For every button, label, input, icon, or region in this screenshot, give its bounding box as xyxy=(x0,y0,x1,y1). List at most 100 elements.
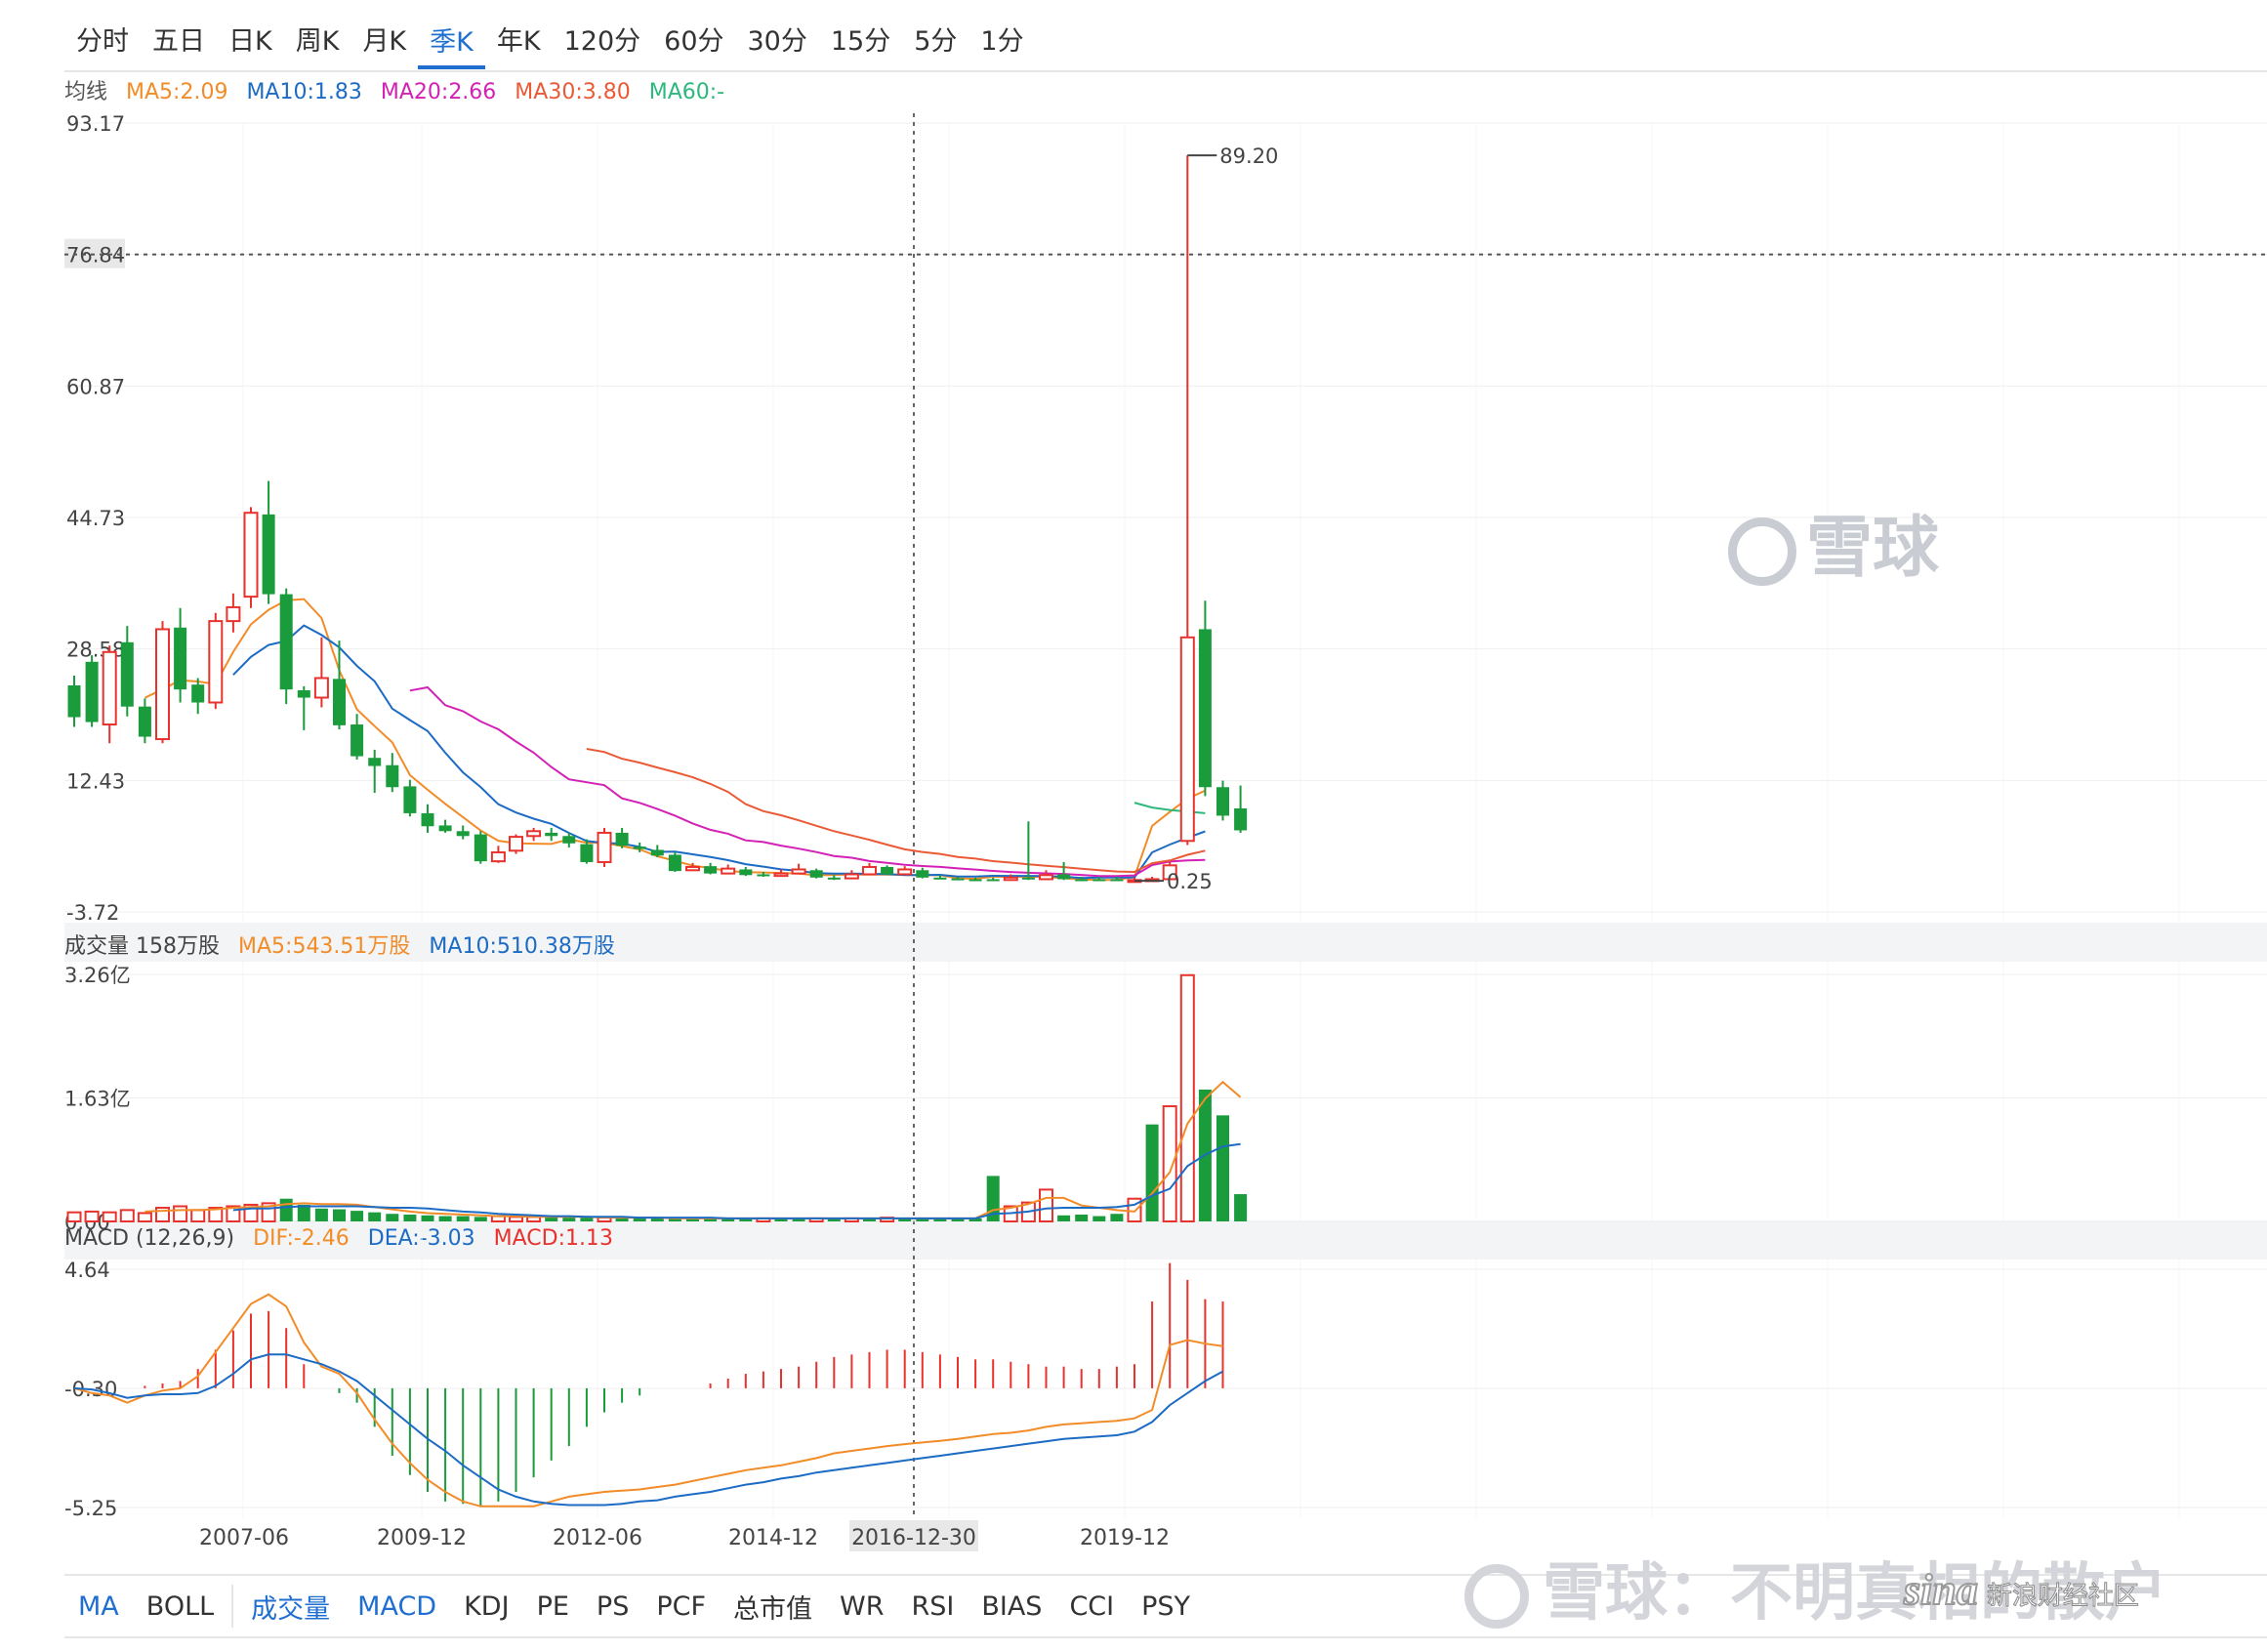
candle-body xyxy=(1075,879,1089,882)
volume-bar xyxy=(368,1212,382,1221)
candle-body xyxy=(633,847,646,849)
indicator-tab-7[interactable]: PCF xyxy=(642,1591,720,1622)
volume-bar xyxy=(1216,1115,1229,1221)
kline-chart[interactable]: 93.1776.8460.8744.7328.5812.43-3.7289.20… xyxy=(0,0,2267,1574)
candle-body xyxy=(333,679,346,725)
volume-bar xyxy=(438,1216,452,1221)
candle-body xyxy=(243,512,259,599)
candle-body xyxy=(650,849,664,856)
volume-tick-label: 1.63亿 xyxy=(64,1088,131,1111)
volume-ma10-line xyxy=(232,1142,1241,1219)
candle-body xyxy=(1198,629,1212,788)
volume-bar xyxy=(1039,1188,1053,1222)
volume-bar xyxy=(350,1211,364,1221)
candle-body xyxy=(174,627,187,690)
macd-tick-label: -5.25 xyxy=(64,1497,117,1520)
volume-bar xyxy=(1179,973,1195,1222)
candle-body xyxy=(208,620,224,704)
candle-body xyxy=(421,812,434,827)
candle-body xyxy=(739,869,753,876)
candle-body xyxy=(386,764,399,788)
candle-body xyxy=(262,514,275,595)
high-marker-label: 89.20 xyxy=(1219,145,1278,168)
x-axis-label: 2009-12 xyxy=(377,1526,467,1550)
candle-body xyxy=(191,684,205,703)
candle-body xyxy=(721,867,736,875)
candle-body xyxy=(67,684,81,718)
volume-bar xyxy=(137,1212,152,1222)
candle-body xyxy=(403,786,417,813)
candle-body xyxy=(1234,807,1248,831)
candle-body xyxy=(704,866,718,874)
price-ma20-line xyxy=(409,685,1206,878)
x-axis-label: 2014-12 xyxy=(728,1526,818,1550)
candle-body xyxy=(757,874,770,877)
indicator-tab-2[interactable]: 成交量 xyxy=(237,1588,344,1626)
volume-bar xyxy=(190,1209,206,1222)
volume-bar xyxy=(650,1218,664,1221)
indicator-tab-0[interactable]: MA xyxy=(64,1591,133,1622)
candle-body xyxy=(668,854,681,872)
volume-bar xyxy=(509,1216,523,1222)
indicator-divider xyxy=(231,1585,234,1628)
volume-bar xyxy=(314,1208,328,1221)
candle-body xyxy=(279,594,293,690)
candle-body xyxy=(580,844,594,862)
candle-body xyxy=(85,661,99,723)
x-axis-label: 2016-12-30 xyxy=(851,1526,976,1550)
candle-body xyxy=(933,877,947,880)
indicator-tab-4[interactable]: KDJ xyxy=(450,1591,522,1622)
volume-bar xyxy=(333,1209,346,1221)
candle-body xyxy=(809,870,823,878)
sina-logo: sina xyxy=(1903,1565,1979,1615)
volume-bar xyxy=(474,1217,487,1221)
candle-body xyxy=(951,878,965,881)
price-tick-label: 60.87 xyxy=(66,375,125,398)
candle-body xyxy=(474,834,487,862)
indicator-tab-9[interactable]: WR xyxy=(826,1591,897,1622)
volume-bar xyxy=(1092,1216,1106,1221)
indicator-tab-8[interactable]: 总市值 xyxy=(720,1588,826,1626)
volume-bar xyxy=(633,1218,646,1221)
candle-body xyxy=(881,866,894,875)
volume-bar xyxy=(386,1214,399,1221)
indicator-tab-3[interactable]: MACD xyxy=(344,1591,450,1622)
candle-body xyxy=(226,605,241,623)
price-ma10-line xyxy=(232,624,1206,880)
indicator-tab-10[interactable]: RSI xyxy=(897,1591,968,1622)
candle-body xyxy=(526,830,542,838)
candle-body xyxy=(1021,877,1035,880)
xueqiu-logo-icon xyxy=(1728,517,1796,587)
indicator-tab-13[interactable]: PSY xyxy=(1128,1591,1204,1622)
price-tick-label: 44.73 xyxy=(66,507,125,530)
candle-body xyxy=(138,706,151,737)
volume-bar xyxy=(1075,1215,1089,1221)
volume-bar xyxy=(421,1215,434,1221)
price-ma5-line xyxy=(144,598,1206,882)
candle-body xyxy=(438,825,452,832)
sina-watermark: sina 新浪财经社区 xyxy=(1903,1565,2139,1615)
volume-bar xyxy=(1057,1215,1071,1221)
candle-body xyxy=(773,872,789,878)
candle-body xyxy=(155,628,170,741)
indicator-tab-6[interactable]: PS xyxy=(583,1591,642,1622)
indicator-tab-12[interactable]: CCI xyxy=(1055,1591,1128,1622)
candle-body xyxy=(1092,879,1106,882)
candle-body xyxy=(368,758,382,766)
candle-body xyxy=(1003,876,1018,882)
candle-body xyxy=(1179,636,1195,843)
volume-bar xyxy=(403,1215,417,1221)
indicator-tab-1[interactable]: BOLL xyxy=(133,1591,227,1622)
price-tick-label: 93.17 xyxy=(66,112,125,136)
candle-body xyxy=(1057,874,1071,880)
x-axis-label: 2007-06 xyxy=(199,1526,289,1550)
volume-bar xyxy=(1234,1194,1248,1221)
candle-body xyxy=(986,879,1000,882)
candle-body xyxy=(862,865,877,876)
candle-body xyxy=(827,877,841,880)
candle-body xyxy=(1216,787,1229,816)
indicator-tab-5[interactable]: PE xyxy=(523,1591,583,1622)
candle-body xyxy=(562,836,576,844)
volume-bar xyxy=(279,1198,293,1221)
indicator-tab-11[interactable]: BIAS xyxy=(968,1591,1055,1622)
